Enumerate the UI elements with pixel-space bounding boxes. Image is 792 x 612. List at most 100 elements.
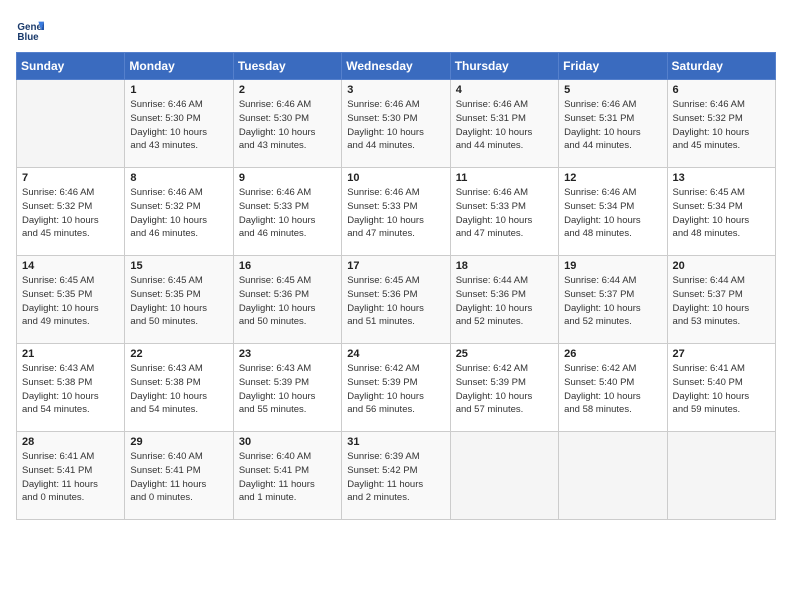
day-info: Sunrise: 6:42 AM Sunset: 5:39 PM Dayligh…	[347, 362, 444, 417]
day-number: 25	[456, 348, 553, 360]
calendar-cell: 14 Sunrise: 6:45 AM Sunset: 5:35 PM Dayli…	[17, 256, 125, 344]
day-number: 3	[347, 84, 444, 96]
calendar-cell: 20Sunrise: 6:44 AM Sunset: 5:37 PM Dayli…	[667, 256, 775, 344]
calendar-cell: 1 Sunrise: 6:46 AM Sunset: 5:30 PM Daylig…	[125, 80, 233, 168]
day-number: 4	[456, 84, 553, 96]
day-number: 14	[22, 260, 119, 272]
day-header-thursday: Thursday	[450, 53, 558, 80]
calendar-cell: 11 Sunrise: 6:46 AM Sunset: 5:33 PM Dayli…	[450, 168, 558, 256]
day-header-saturday: Saturday	[667, 53, 775, 80]
calendar-cell: 24 Sunrise: 6:42 AM Sunset: 5:39 PM Dayli…	[342, 344, 450, 432]
day-info: Sunrise: 6:39 AM Sunset: 5:42 PM Dayligh…	[347, 450, 444, 505]
day-info: Sunrise: 6:46 AM Sunset: 5:34 PM Dayligh…	[564, 186, 661, 241]
day-number: 24	[347, 348, 444, 360]
day-info: Sunrise: 6:46 AM Sunset: 5:32 PM Dayligh…	[673, 98, 770, 153]
day-info: Sunrise: 6:45 AM Sunset: 5:34 PM Dayligh…	[673, 186, 770, 241]
day-number: 21	[22, 348, 119, 360]
day-number: 12	[564, 172, 661, 184]
day-info: Sunrise: 6:42 AM Sunset: 5:40 PM Dayligh…	[564, 362, 661, 417]
day-number: 19	[564, 260, 661, 272]
calendar-cell: 22 Sunrise: 6:43 AM Sunset: 5:38 PM Dayli…	[125, 344, 233, 432]
calendar-cell: 12 Sunrise: 6:46 AM Sunset: 5:34 PM Dayli…	[559, 168, 667, 256]
day-info: Sunrise: 6:46 AM Sunset: 5:33 PM Dayligh…	[347, 186, 444, 241]
day-number: 10	[347, 172, 444, 184]
day-info: Sunrise: 6:42 AM Sunset: 5:39 PM Dayligh…	[456, 362, 553, 417]
day-number: 31	[347, 436, 444, 448]
day-header-friday: Friday	[559, 53, 667, 80]
calendar-cell: 3 Sunrise: 6:46 AM Sunset: 5:30 PM Daylig…	[342, 80, 450, 168]
day-number: 20	[673, 260, 770, 272]
svg-text:Blue: Blue	[17, 32, 39, 43]
calendar-cell: 31 Sunrise: 6:39 AM Sunset: 5:42 PM Dayli…	[342, 432, 450, 520]
page-header: General Blue	[16, 16, 776, 44]
day-info: Sunrise: 6:43 AM Sunset: 5:39 PM Dayligh…	[239, 362, 336, 417]
day-info: Sunrise: 6:46 AM Sunset: 5:33 PM Dayligh…	[456, 186, 553, 241]
day-info: Sunrise: 6:46 AM Sunset: 5:31 PM Dayligh…	[564, 98, 661, 153]
calendar-cell: 30 Sunrise: 6:40 AM Sunset: 5:41 PM Dayli…	[233, 432, 341, 520]
day-number: 30	[239, 436, 336, 448]
day-number: 7	[22, 172, 119, 184]
calendar-cell: 6 Sunrise: 6:46 AM Sunset: 5:32 PM Daylig…	[667, 80, 775, 168]
day-info: Sunrise: 6:46 AM Sunset: 5:30 PM Dayligh…	[130, 98, 227, 153]
day-header-monday: Monday	[125, 53, 233, 80]
calendar-cell: 13 Sunrise: 6:45 AM Sunset: 5:34 PM Dayli…	[667, 168, 775, 256]
day-number: 11	[456, 172, 553, 184]
day-number: 23	[239, 348, 336, 360]
calendar-cell	[559, 432, 667, 520]
calendar-cell: 16Sunrise: 6:45 AM Sunset: 5:36 PM Dayli…	[233, 256, 341, 344]
calendar-cell: 28Sunrise: 6:41 AM Sunset: 5:41 PM Dayli…	[17, 432, 125, 520]
calendar-cell: 8Sunrise: 6:46 AM Sunset: 5:32 PM Daylig…	[125, 168, 233, 256]
calendar-cell: 9 Sunrise: 6:46 AM Sunset: 5:33 PM Daylig…	[233, 168, 341, 256]
day-info: Sunrise: 6:46 AM Sunset: 5:30 PM Dayligh…	[347, 98, 444, 153]
calendar-cell: 4 Sunrise: 6:46 AM Sunset: 5:31 PM Daylig…	[450, 80, 558, 168]
calendar-cell: 26 Sunrise: 6:42 AM Sunset: 5:40 PM Dayli…	[559, 344, 667, 432]
day-info: Sunrise: 6:45 AM Sunset: 5:35 PM Dayligh…	[22, 274, 119, 329]
calendar-cell	[667, 432, 775, 520]
day-number: 1	[130, 84, 227, 96]
day-info: Sunrise: 6:46 AM Sunset: 5:33 PM Dayligh…	[239, 186, 336, 241]
calendar-cell: 7 Sunrise: 6:46 AM Sunset: 5:32 PM Daylig…	[17, 168, 125, 256]
day-info: Sunrise: 6:43 AM Sunset: 5:38 PM Dayligh…	[22, 362, 119, 417]
day-info: Sunrise: 6:40 AM Sunset: 5:41 PM Dayligh…	[239, 450, 336, 505]
logo-icon: General Blue	[16, 16, 44, 44]
day-info: Sunrise: 6:46 AM Sunset: 5:32 PM Dayligh…	[22, 186, 119, 241]
day-info: Sunrise: 6:45 AM Sunset: 5:35 PM Dayligh…	[130, 274, 227, 329]
calendar-cell: 21 Sunrise: 6:43 AM Sunset: 5:38 PM Dayli…	[17, 344, 125, 432]
day-info: Sunrise: 6:46 AM Sunset: 5:31 PM Dayligh…	[456, 98, 553, 153]
calendar-cell: 29 Sunrise: 6:40 AM Sunset: 5:41 PM Dayli…	[125, 432, 233, 520]
day-number: 27	[673, 348, 770, 360]
day-info: Sunrise: 6:43 AM Sunset: 5:38 PM Dayligh…	[130, 362, 227, 417]
day-header-wednesday: Wednesday	[342, 53, 450, 80]
day-info: Sunrise: 6:46 AM Sunset: 5:32 PM Dayligh…	[130, 186, 227, 241]
day-info: Sunrise: 6:41 AM Sunset: 5:41 PM Dayligh…	[22, 450, 119, 505]
day-number: 18	[456, 260, 553, 272]
day-number: 6	[673, 84, 770, 96]
logo: General Blue	[16, 16, 48, 44]
day-number: 9	[239, 172, 336, 184]
calendar-cell: 10 Sunrise: 6:46 AM Sunset: 5:33 PM Dayli…	[342, 168, 450, 256]
day-header-sunday: Sunday	[17, 53, 125, 80]
calendar-cell: 15 Sunrise: 6:45 AM Sunset: 5:35 PM Dayli…	[125, 256, 233, 344]
day-info: Sunrise: 6:40 AM Sunset: 5:41 PM Dayligh…	[130, 450, 227, 505]
calendar-cell	[17, 80, 125, 168]
calendar-cell: 2Sunrise: 6:46 AM Sunset: 5:30 PM Daylig…	[233, 80, 341, 168]
calendar-cell: 5Sunrise: 6:46 AM Sunset: 5:31 PM Daylig…	[559, 80, 667, 168]
calendar-cell: 25 Sunrise: 6:42 AM Sunset: 5:39 PM Dayli…	[450, 344, 558, 432]
calendar-cell: 17Sunrise: 6:45 AM Sunset: 5:36 PM Dayli…	[342, 256, 450, 344]
day-info: Sunrise: 6:45 AM Sunset: 5:36 PM Dayligh…	[347, 274, 444, 329]
day-number: 15	[130, 260, 227, 272]
day-number: 29	[130, 436, 227, 448]
day-info: Sunrise: 6:44 AM Sunset: 5:37 PM Dayligh…	[564, 274, 661, 329]
day-info: Sunrise: 6:44 AM Sunset: 5:36 PM Dayligh…	[456, 274, 553, 329]
day-info: Sunrise: 6:45 AM Sunset: 5:36 PM Dayligh…	[239, 274, 336, 329]
day-number: 26	[564, 348, 661, 360]
day-number: 22	[130, 348, 227, 360]
calendar-cell: 19 Sunrise: 6:44 AM Sunset: 5:37 PM Dayli…	[559, 256, 667, 344]
calendar-cell: 27 Sunrise: 6:41 AM Sunset: 5:40 PM Dayli…	[667, 344, 775, 432]
day-number: 13	[673, 172, 770, 184]
calendar-table: SundayMondayTuesdayWednesdayThursdayFrid…	[16, 52, 776, 520]
day-info: Sunrise: 6:46 AM Sunset: 5:30 PM Dayligh…	[239, 98, 336, 153]
day-info: Sunrise: 6:41 AM Sunset: 5:40 PM Dayligh…	[673, 362, 770, 417]
calendar-cell: 18 Sunrise: 6:44 AM Sunset: 5:36 PM Dayli…	[450, 256, 558, 344]
calendar-cell: 23 Sunrise: 6:43 AM Sunset: 5:39 PM Dayli…	[233, 344, 341, 432]
